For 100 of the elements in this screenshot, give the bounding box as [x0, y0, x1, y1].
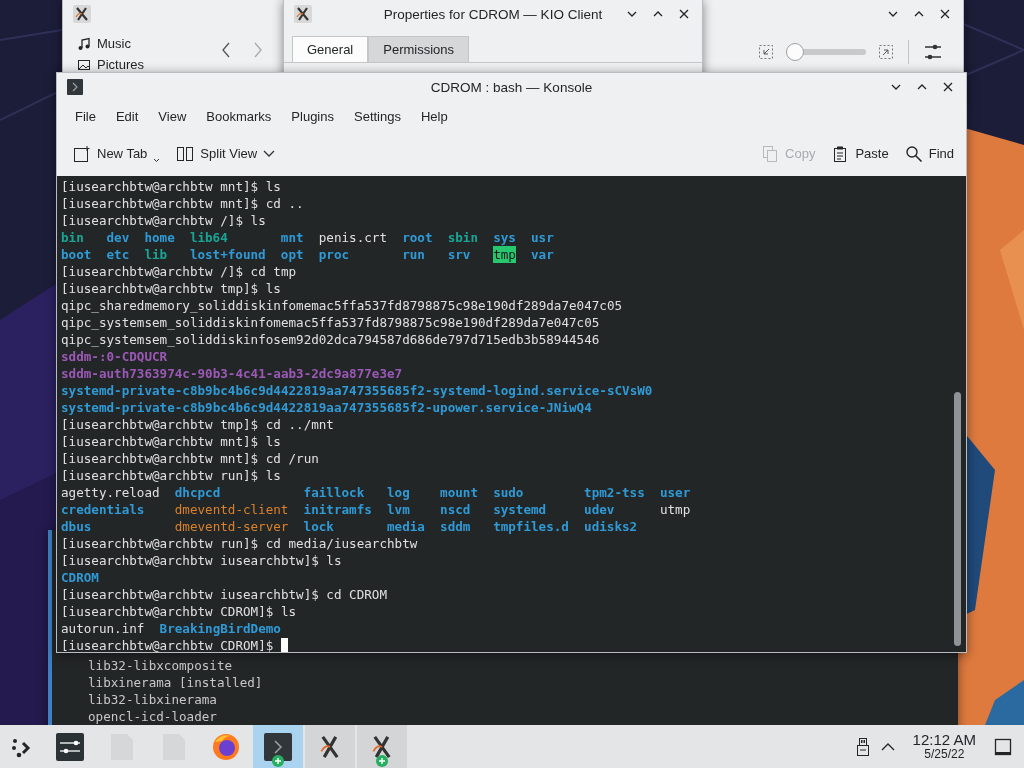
file-name: lvm — [387, 501, 410, 518]
menu-item[interactable]: Bookmarks — [197, 105, 281, 127]
terminal-line: [iusearchbtw@archbtw mnt]$ cd .. — [61, 195, 304, 212]
file-name: dhcpcd — [174, 484, 221, 501]
tab[interactable]: General — [292, 36, 369, 62]
file-name: qipc_sharedmemory_soliddiskinfomemac5ffa537fd8798875c98e190df289da7e047c05 — [61, 297, 623, 314]
chevron-down-icon — [263, 149, 276, 158]
usb-drive-icon[interactable] — [856, 737, 869, 756]
file-name: sys — [493, 229, 516, 246]
split-view-icon — [176, 144, 195, 163]
menu-item[interactable]: Help — [411, 105, 457, 127]
close-icon — [942, 81, 954, 93]
file-name: bin — [61, 229, 84, 246]
file-name: sudo — [493, 484, 524, 501]
file-name: lost+found — [189, 246, 266, 263]
search-icon — [904, 144, 923, 163]
tab[interactable]: Permissions — [368, 36, 470, 62]
terminal-line: [iusearchbtw@archbtw mnt]$ ls — [61, 178, 281, 195]
terminal-line: [iusearchbtw@archbtw tmp]$ cd ../mnt — [61, 416, 334, 433]
settings-icon[interactable] — [923, 42, 943, 62]
menu-item[interactable]: File — [66, 105, 105, 127]
file-name: lib64 — [189, 229, 228, 246]
window-title: CDROM : bash — Konsole — [430, 79, 593, 95]
terminal-icon — [264, 732, 292, 761]
terminal-line: [iusearchbtw@archbtw run]$ cd media/iusearchbtw — [61, 535, 418, 552]
terminal-icon — [67, 79, 83, 95]
scrollbar[interactable] — [954, 392, 961, 646]
terminal-line: [iusearchbtw@archbtw /]$ ls — [61, 212, 266, 229]
sidebar-item[interactable]: Pictures — [77, 57, 217, 72]
terminal-line: lib32-libxcomposite — [88, 657, 233, 674]
file-name: BreakingBirdDemo — [159, 620, 281, 637]
menu-item[interactable]: Settings — [345, 105, 410, 127]
file-name: run — [402, 246, 425, 263]
file-name: credentials — [61, 501, 145, 518]
file-name: systemd — [493, 501, 547, 518]
terminal-line: [iusearchbtw@archbtw iusearchbtw]$ cd CDROM — [61, 586, 388, 603]
file-name: faillock — [303, 484, 365, 501]
file-name: systemd-private-c8b9bc4b6c9d4422819aa747355685f2-systemd-logind.service-sCVsW0 — [61, 382, 653, 399]
file-name: mnt — [280, 229, 304, 246]
menu-item[interactable]: Edit — [106, 105, 148, 127]
file-name: udev — [584, 501, 615, 518]
menu-item[interactable]: Plugins — [282, 105, 343, 127]
paste-button[interactable]: Paste — [827, 140, 893, 167]
file-name: utmp — [659, 501, 691, 518]
taskbar-item[interactable] — [305, 725, 355, 768]
file-name: udisks2 — [584, 518, 638, 535]
new-tab-button[interactable]: New Tab — [69, 140, 165, 167]
caret-icon — [153, 157, 161, 163]
terminal-line: libxinerama [installed] — [88, 674, 263, 691]
file-name: tpm2-tss — [584, 484, 645, 501]
terminal-line: [iusearchbtw@archbtw tmp]$ ls — [61, 280, 281, 297]
file-name: autorun.inf — [61, 620, 145, 637]
file-name: sddm-auth7363974c-90b3-4c41-aab3-2dc9a877e3e7 — [61, 365, 403, 382]
file-name: media — [387, 518, 425, 535]
sidebar-item[interactable]: Music — [77, 36, 217, 51]
file-name: var — [531, 246, 554, 263]
file-name: systemd-private-c8b9bc4b6c9d4422819aa747355685f2-upower.service-JNiwQ4 — [61, 399, 592, 416]
file-name: dmeventd-server — [174, 518, 289, 535]
file-name: proc — [318, 246, 350, 263]
image-icon — [77, 57, 91, 72]
clock[interactable]: 12:12 AM 5/25/22 — [906, 732, 982, 761]
file-name: tmpfiles.d — [493, 518, 569, 535]
show-desktop-button[interactable] — [994, 737, 1012, 756]
music-note-icon — [77, 36, 91, 51]
file-name: lib — [144, 246, 168, 263]
file-name: qipc_systemsem_soliddiskinfomemac5ffa537fd8798875c98e190df289da7e047c05 — [61, 314, 600, 331]
file-name: tmp — [493, 246, 516, 263]
cross-logo-icon — [294, 5, 312, 23]
window-title: Properties for CDROM — KIO Client — [383, 6, 603, 22]
zoom-in-icon[interactable] — [878, 44, 894, 60]
file-name: agetty.reload — [61, 484, 160, 501]
taskbar-item[interactable] — [357, 725, 407, 768]
file-name: srv — [447, 246, 471, 263]
file-name: initramfs — [303, 501, 372, 518]
file-name: sddm — [440, 518, 471, 535]
slider-thumb[interactable] — [785, 43, 804, 61]
file-name: dev — [106, 229, 130, 246]
expand-tray-icon[interactable] — [880, 742, 895, 751]
file-name: qipc_systemsem_soliddiskinfosem92d02dca794587d686de797d715edb3b58944546 — [61, 331, 600, 348]
menu-item[interactable]: View — [149, 105, 196, 127]
new-tab-icon — [73, 144, 91, 163]
plus-badge-icon — [272, 755, 284, 767]
file-name: sddm-:0-CDQUCR — [61, 348, 168, 365]
terminal-line: [iusearchbtw@archbtw CDROM]$ ls — [61, 603, 297, 620]
file-name: user — [659, 484, 691, 501]
terminal-line: [iusearchbtw@archbtw mnt]$ cd /run — [61, 450, 319, 467]
zoom-out-icon[interactable] — [758, 44, 774, 60]
file-name: opt — [280, 246, 304, 263]
terminal-line: [iusearchbtw@archbtw /]$ cd tmp — [61, 263, 297, 280]
find-button[interactable]: Find — [900, 140, 958, 167]
flame-globe-icon — [211, 731, 241, 762]
file-name: dbus — [61, 518, 92, 535]
file-name: home — [144, 229, 175, 246]
file-name: dmeventd-client — [174, 501, 289, 518]
file-name: penis.crt — [318, 229, 387, 246]
file-name: mount — [440, 484, 478, 501]
split-view-button[interactable]: Split View — [172, 140, 280, 167]
taskbar-item[interactable] — [253, 725, 303, 768]
file-name: root — [402, 229, 433, 246]
terminal-line: [iusearchbtw@archbtw iusearchbtw]$ ls — [61, 552, 342, 569]
